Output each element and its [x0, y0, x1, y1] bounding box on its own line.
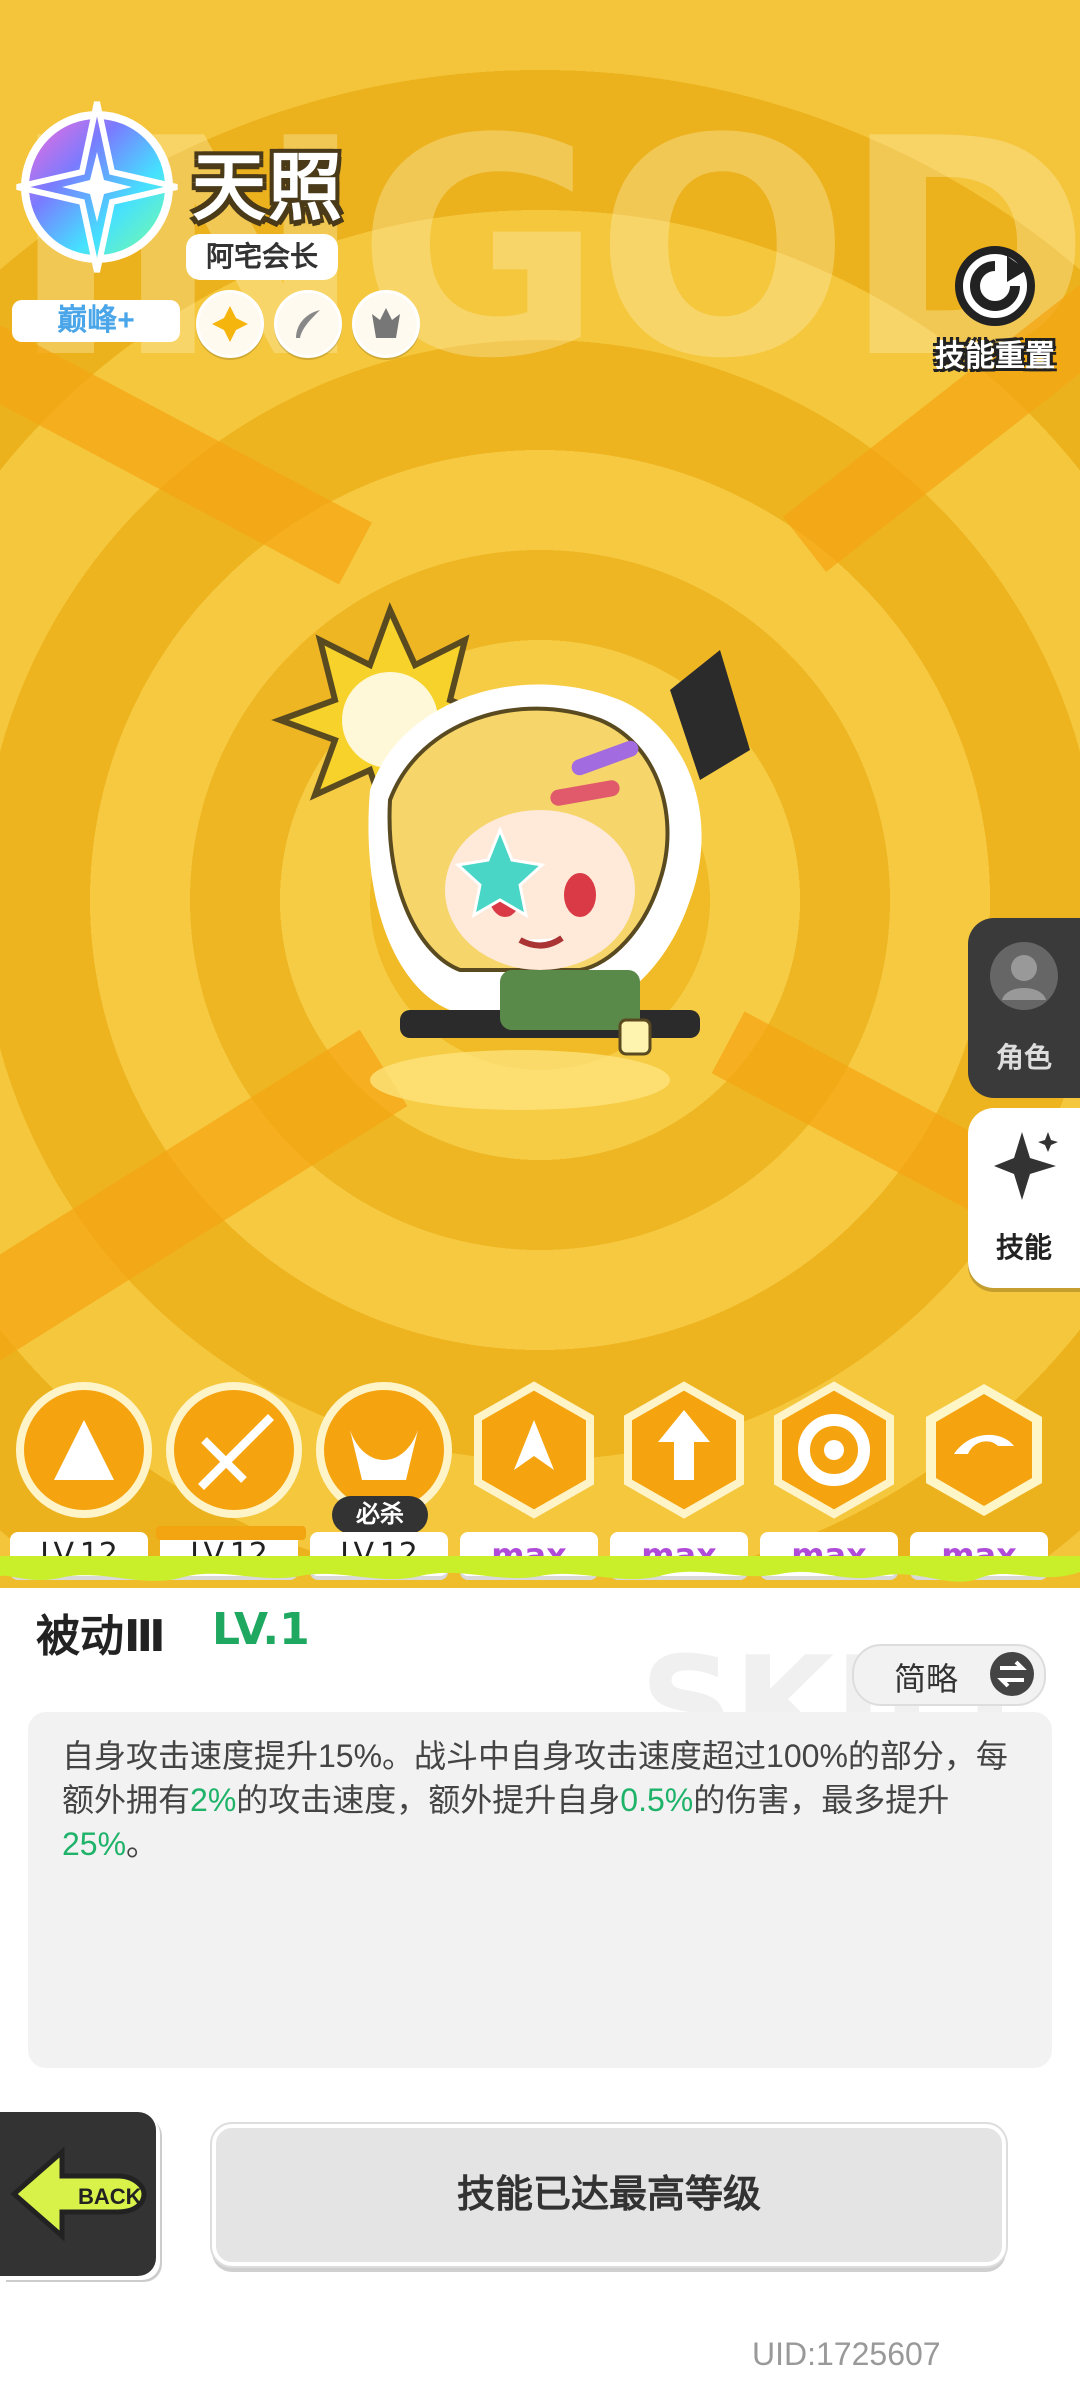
back-button[interactable]: BACK [0, 2112, 156, 2276]
max-level-button[interactable]: 技能已达最高等级 [212, 2124, 1006, 2266]
skill-reset-label: 技能重置 [935, 340, 1055, 373]
sparkle-star-icon [994, 1132, 1058, 1200]
back-arrow-icon: BACK [10, 2146, 147, 2242]
person-icon [990, 942, 1058, 1010]
skill-list: LV.12 LV.12 必杀 LV.12 max max max max [10, 1380, 1074, 1580]
character-sprite [271, 602, 750, 1110]
skill-slot[interactable]: max [610, 1380, 754, 1576]
trait-icons [196, 290, 420, 358]
flame-icon[interactable] [352, 290, 420, 358]
tab-skill-label: 技能 [995, 1232, 1052, 1263]
skill-slot[interactable]: LV.12 [10, 1380, 154, 1576]
skill-slot[interactable]: LV.12 [160, 1380, 304, 1576]
skill-description-box: 自身攻击速度提升15%。战斗中自身攻击速度超过100%的部分，每额外拥有2%的攻… [28, 1712, 1052, 2068]
spin-icon [926, 1384, 1042, 1516]
skill-detail-panel: SKILL 被动Ⅲ LV.1 简略 自身攻击速度提升15%。战斗中自身攻击速度超… [0, 1588, 1080, 2400]
skill-description: 自身攻击速度提升15%。战斗中自身攻击速度超过100%的部分，每额外拥有2%的攻… [62, 1734, 1028, 1866]
sword-slash-icon [166, 1382, 302, 1518]
description-highlight: 2% [190, 1782, 237, 1818]
slime-divider [0, 1556, 1080, 1582]
fan-icon [16, 1382, 152, 1518]
skill-slot[interactable]: max [760, 1380, 904, 1576]
shuriken-icon[interactable] [196, 290, 264, 358]
tab-skill[interactable]: 技能 [968, 1108, 1080, 1288]
tab-character[interactable]: 角色 [968, 918, 1080, 1098]
rank-emblem-icon [16, 101, 178, 273]
skill-slot[interactable]: max [460, 1380, 604, 1576]
ultimate-tag: 必杀 [332, 1496, 428, 1534]
skill-name: 被动Ⅲ [36, 1612, 166, 1661]
tab-character-label: 角色 [995, 1042, 1052, 1073]
skill-level: LV.1 [212, 1604, 310, 1655]
burst-icon [474, 1381, 594, 1519]
character-name: 天照 [192, 146, 344, 229]
vortex-icon [774, 1381, 894, 1519]
arrow-up-icon [624, 1381, 744, 1519]
description-highlight: 0.5% [620, 1782, 694, 1818]
brief-toggle-label: 简略 [894, 1661, 959, 1697]
selected-skill-indicator [156, 1526, 306, 1540]
refresh-icon [955, 246, 1035, 326]
back-label: BACK [78, 2184, 142, 2209]
skill-reset-button[interactable]: 技能重置 [920, 236, 1070, 375]
skill-slot-selected[interactable]: max [910, 1380, 1054, 1576]
character-title: 阿宅会长 [186, 234, 339, 280]
brief-toggle-button[interactable]: 简略 [852, 1644, 1046, 1706]
side-tabs: 角色 技能 [968, 918, 1080, 1288]
user-id: UID:1725607 [752, 2336, 941, 2372]
skill-slot[interactable]: 必杀 LV.12 [310, 1380, 454, 1576]
feather-icon[interactable] [274, 290, 342, 358]
swap-icon [990, 1652, 1034, 1696]
rank-badge: 巅峰+ [12, 300, 180, 342]
description-text: 的伤害，最多提升 [693, 1782, 950, 1818]
description-text: 。 [126, 1826, 159, 1862]
description-text: 的攻击速度，额外提升自身 [236, 1782, 621, 1818]
description-highlight: 25% [62, 1826, 127, 1862]
